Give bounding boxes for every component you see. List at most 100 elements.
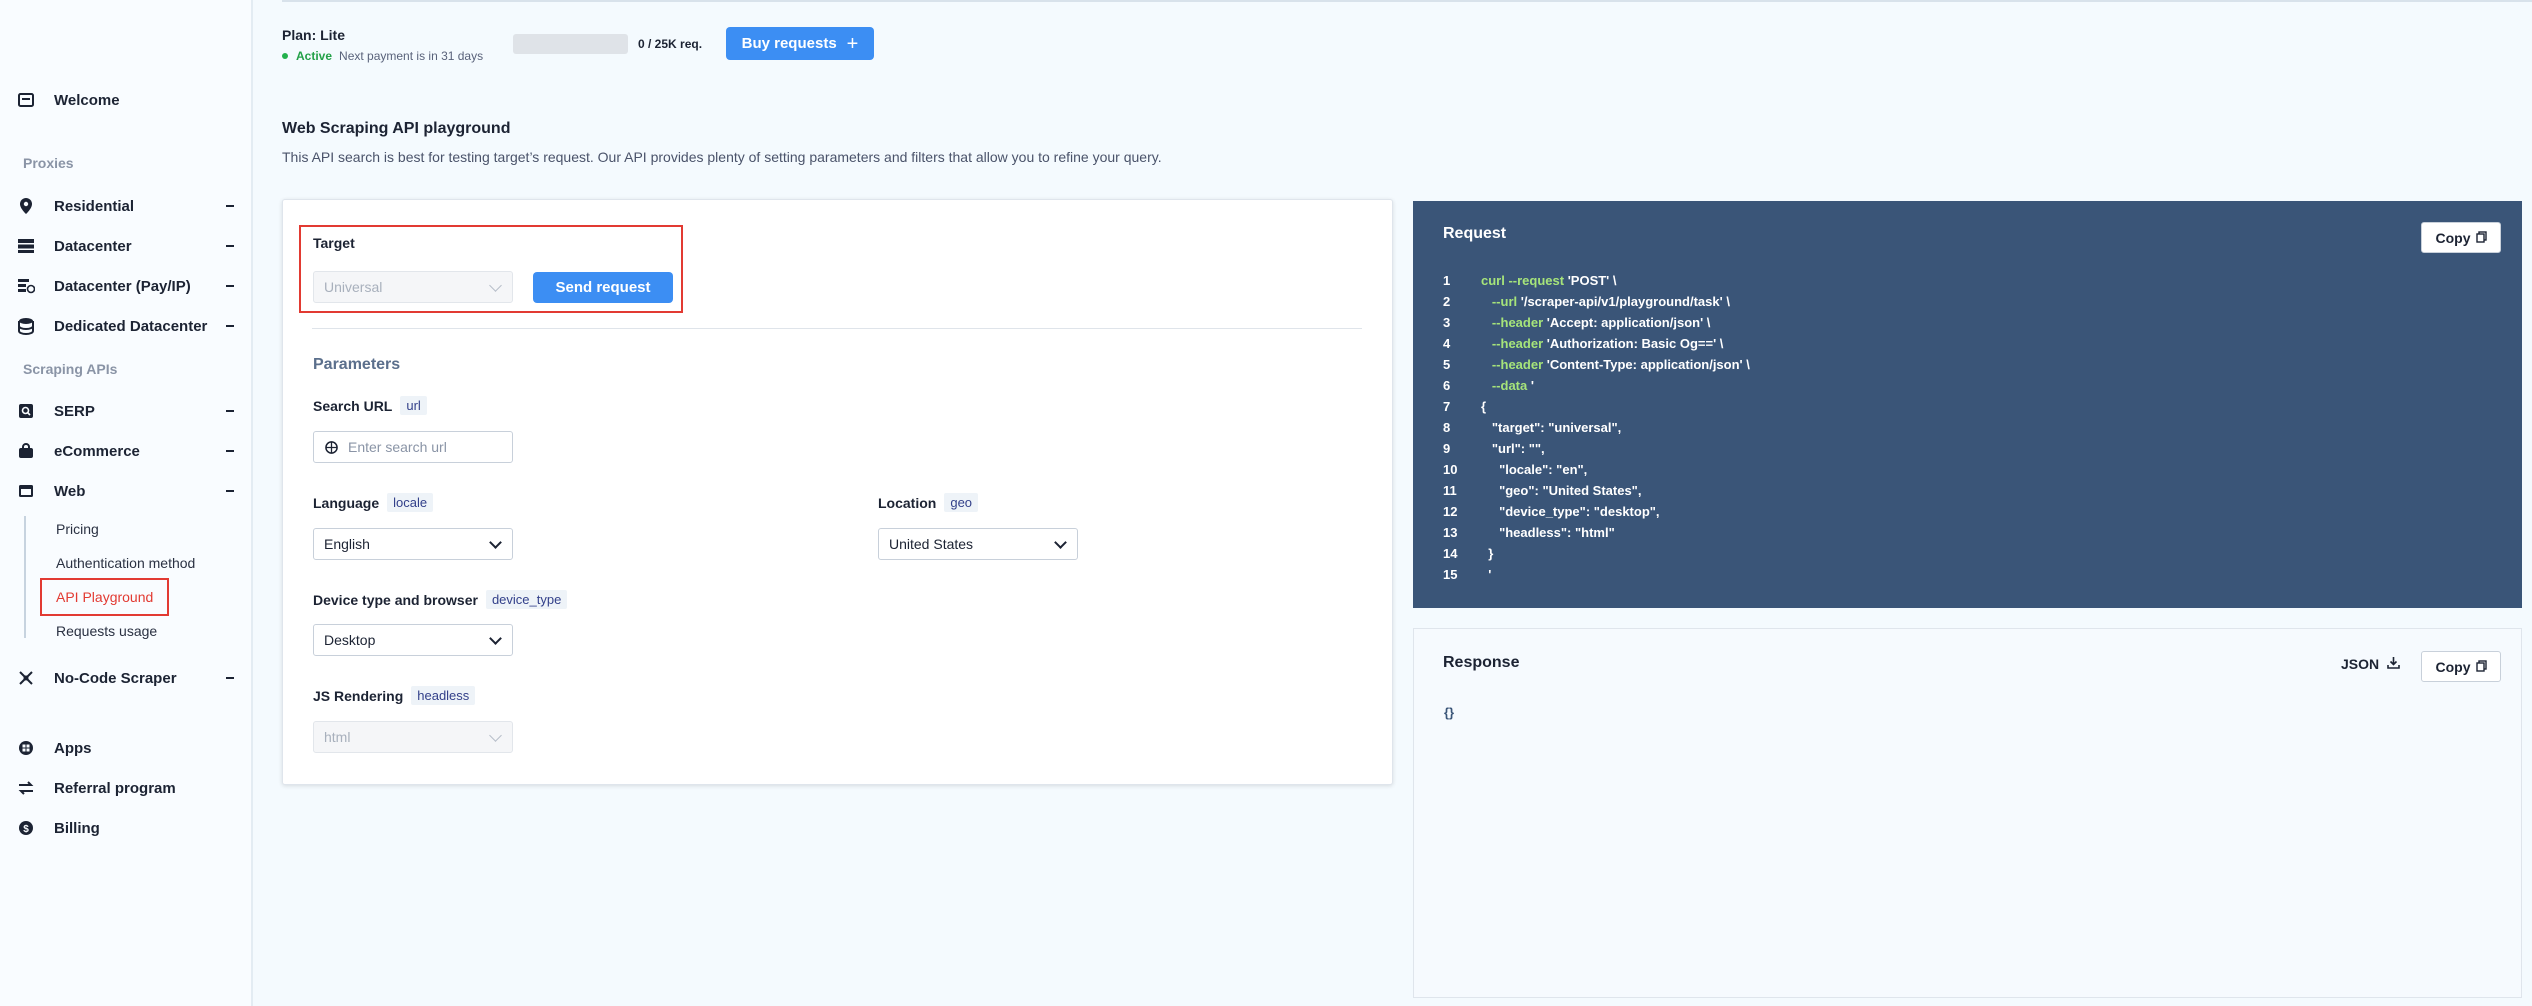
line-number: 4 <box>1443 336 1451 351</box>
code-text: { <box>1481 399 1487 414</box>
status-badge: Active <box>296 49 333 63</box>
scraper-icon <box>16 668 36 688</box>
location-label: Location geo <box>878 493 979 512</box>
sub-item-api-playground[interactable]: API Playground <box>40 578 170 616</box>
code-text: ' <box>1527 378 1534 393</box>
json-download-button[interactable]: JSON <box>2341 656 2400 672</box>
server-pay-icon <box>16 276 36 296</box>
code-line: 4 --header 'Authorization: Basic Og==' \ <box>1443 336 1750 357</box>
nav-datacenter-payip[interactable]: Datacenter (Pay/IP) <box>0 266 253 306</box>
search-url-label-text: Search URL <box>313 397 393 414</box>
response-title: Response <box>1443 654 1520 671</box>
request-code: 1 curl --request 'POST' \ 2 --url '/scrape… <box>1443 273 1750 588</box>
location-select[interactable]: United States <box>878 528 1078 560</box>
plan-status: Active Next payment is in 31 days <box>282 49 483 63</box>
nav-datacenter-payip-label: Datacenter (Pay/IP) <box>54 277 191 295</box>
search-url-placeholder: Enter search url <box>348 439 447 455</box>
code-keyword: --header <box>1491 357 1544 372</box>
browser-window-icon <box>16 481 36 501</box>
code-keyword: --url <box>1491 294 1518 309</box>
usage-progress-bar <box>513 34 628 54</box>
code-keyword: --header <box>1491 336 1544 351</box>
nav-ecommerce[interactable]: eCommerce <box>0 431 253 471</box>
code-line: 5 --header 'Content-Type: application/js… <box>1443 357 1750 378</box>
language-select[interactable]: English <box>313 528 513 560</box>
plan-title: Plan: Lite <box>282 27 346 43</box>
nav-apps-label: Apps <box>54 739 92 757</box>
request-copy-button[interactable]: Copy <box>2421 222 2501 253</box>
plus-icon: + <box>846 32 859 55</box>
chevron-down-icon <box>226 245 234 247</box>
line-number: 14 <box>1443 546 1458 561</box>
device-label: Device type and browser device_type <box>313 590 568 609</box>
response-panel: Response JSON Copy {} <box>1413 628 2522 998</box>
line-number: 6 <box>1443 378 1451 393</box>
nav-dedicated-datacenter[interactable]: Dedicated Datacenter <box>0 306 253 346</box>
code-line: 13 "headless": "html" <box>1443 525 1750 546</box>
search-url-label: Search URL url <box>313 396 427 415</box>
device-select[interactable]: Desktop <box>313 624 513 656</box>
target-select[interactable]: Universal <box>313 271 513 303</box>
nav-serp[interactable]: SERP <box>0 391 253 431</box>
nav-serp-label: SERP <box>54 402 95 420</box>
line-number: 5 <box>1443 357 1451 372</box>
database-icon <box>16 316 36 336</box>
sub-item-authentication-method[interactable]: Authentication method <box>40 548 211 578</box>
dollar-icon: $ <box>16 818 36 838</box>
nav-no-code-scraper[interactable]: No-Code Scraper <box>0 658 253 698</box>
top-divider <box>282 0 2532 2</box>
line-number: 7 <box>1443 399 1451 414</box>
nav-referral-program[interactable]: Referral program <box>0 768 253 808</box>
nav-web-label: Web <box>54 482 86 500</box>
section-proxies: Proxies <box>23 155 74 171</box>
js-rendering-tag: headless <box>411 686 476 705</box>
chevron-down-icon <box>489 632 502 645</box>
parameters-title: Parameters <box>313 356 401 373</box>
referral-icon <box>16 778 36 798</box>
search-url-tag: url <box>400 396 427 415</box>
response-copy-button[interactable]: Copy <box>2421 651 2501 682</box>
request-title: Request <box>1443 225 1507 242</box>
download-icon <box>2387 656 2400 672</box>
js-rendering-label-text: JS Rendering <box>313 687 404 704</box>
target-label: Target <box>313 235 355 251</box>
globe-icon <box>325 441 338 457</box>
code-line: 12 "device_type": "desktop", <box>1443 504 1750 525</box>
language-select-value: English <box>324 536 370 552</box>
code-text: 'Authorization: Basic Og==' \ <box>1543 336 1724 351</box>
device-tag: device_type <box>485 590 568 609</box>
code-text: 'Accept: application/json' \ <box>1543 315 1711 330</box>
nav-apps[interactable]: Apps <box>0 728 253 768</box>
shopping-bag-icon <box>16 441 36 461</box>
nav-residential[interactable]: Residential <box>0 186 253 226</box>
code-line: 6 --data ' <box>1443 378 1750 399</box>
page-title: Web Scraping API playground <box>282 120 511 137</box>
location-select-value: United States <box>889 536 974 552</box>
chevron-down-icon <box>489 729 502 742</box>
search-url-input[interactable]: Enter search url <box>313 431 513 463</box>
location-pin-icon <box>16 196 36 216</box>
code-line: 14 } <box>1443 546 1750 567</box>
nav-datacenter[interactable]: Datacenter <box>0 226 253 266</box>
chevron-down-icon <box>1054 536 1067 549</box>
chevron-down-icon <box>489 279 502 292</box>
section-scraping-apis: Scraping APIs <box>23 361 118 377</box>
sub-item-pricing[interactable]: Pricing <box>40 514 115 544</box>
sub-item-requests-usage[interactable]: Requests usage <box>40 616 173 646</box>
line-number: 13 <box>1443 525 1458 540</box>
nav-dedicated-datacenter-label: Dedicated Datacenter <box>54 317 208 335</box>
nav-welcome[interactable]: Welcome <box>0 80 253 120</box>
copy-icon <box>2475 230 2487 246</box>
buy-requests-button[interactable]: Buy requests + <box>726 27 874 60</box>
chevron-down-icon <box>226 285 234 287</box>
nav-billing[interactable]: $ Billing <box>0 808 253 848</box>
js-rendering-select[interactable]: html <box>313 721 513 753</box>
line-number: 15 <box>1443 567 1458 582</box>
code-keyword: --data <box>1491 378 1528 393</box>
language-label-text: Language <box>313 494 380 511</box>
line-number: 9 <box>1443 441 1451 456</box>
line-number: 1 <box>1443 273 1451 288</box>
send-request-button[interactable]: Send request <box>533 272 673 303</box>
code-text: 'Content-Type: application/json' \ <box>1543 357 1750 372</box>
nav-web[interactable]: Web <box>0 471 253 511</box>
